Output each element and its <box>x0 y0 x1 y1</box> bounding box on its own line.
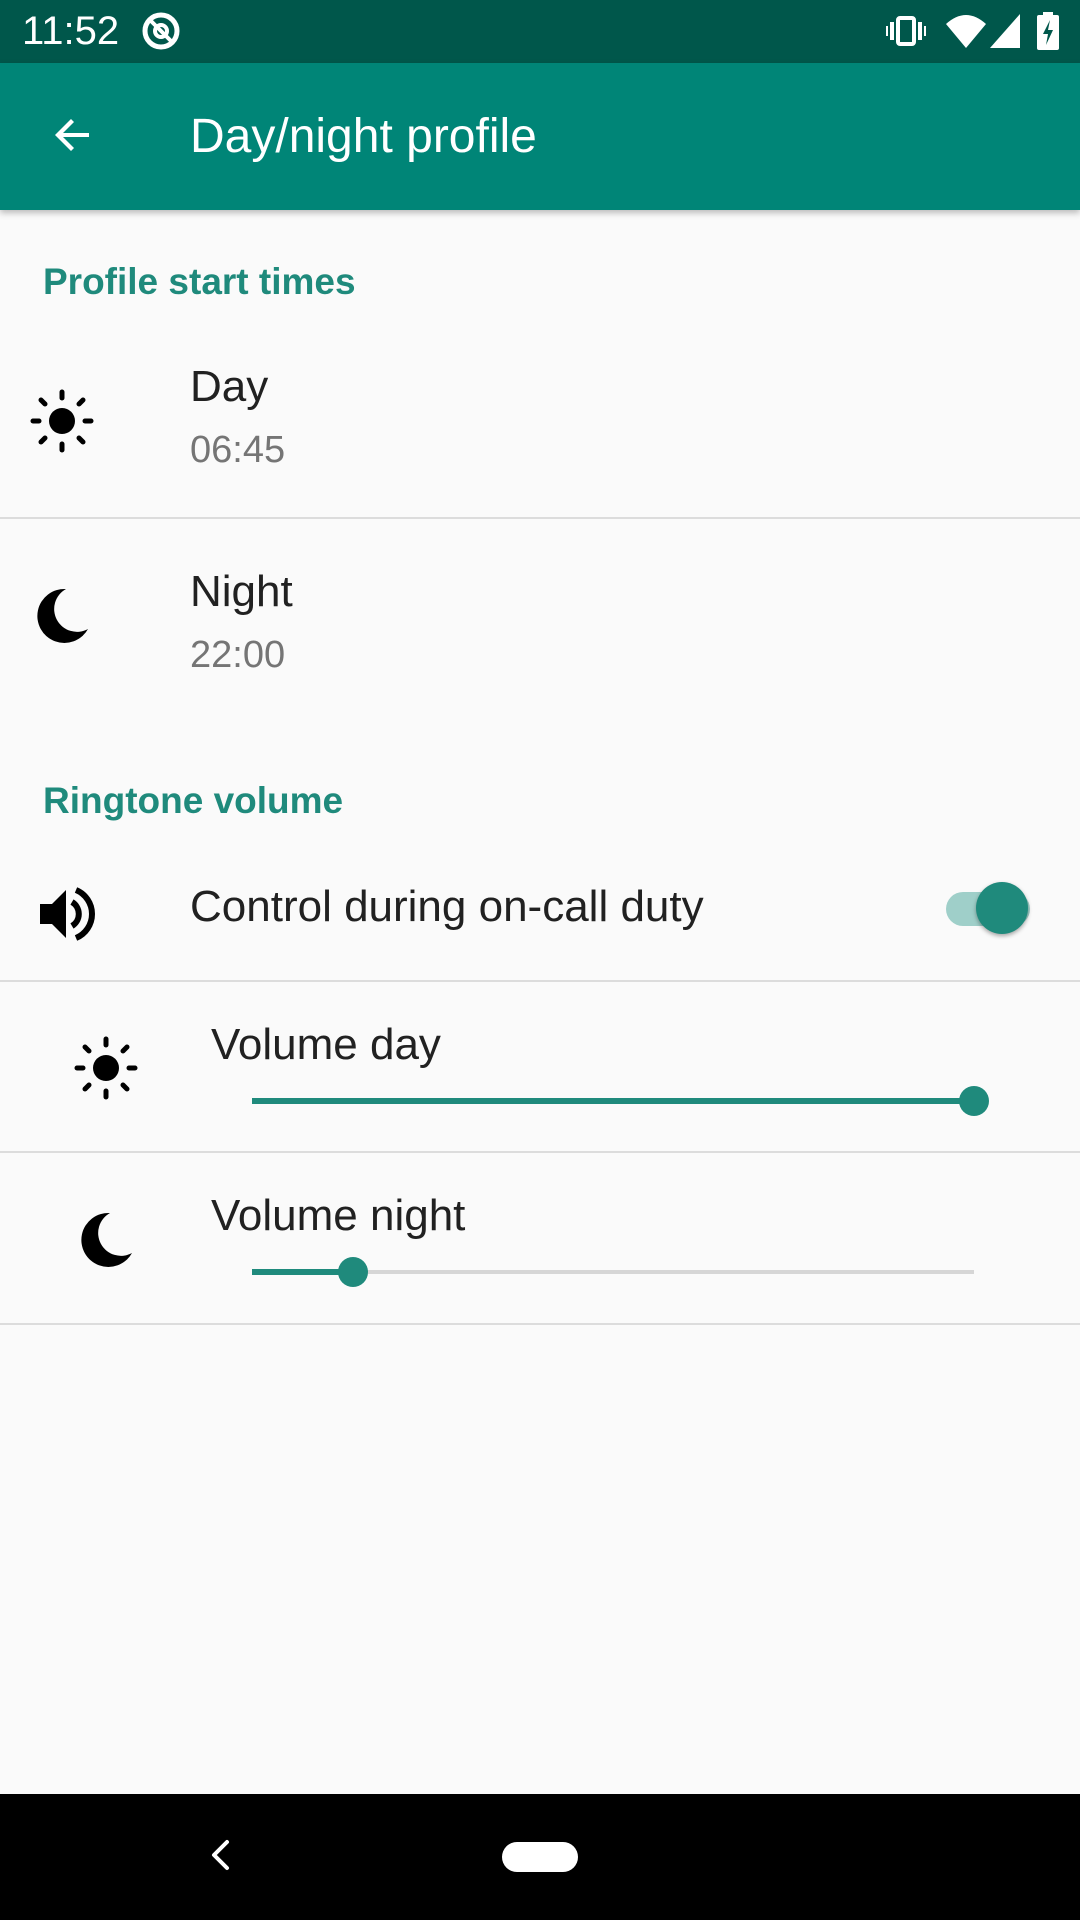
at-sign-icon <box>140 10 182 52</box>
pref-day-time: 06:45 <box>190 429 286 471</box>
app-bar: Day/night profile <box>0 63 1080 210</box>
pref-volume-night-title: Volume night <box>211 1191 466 1240</box>
pref-volume-day: Volume day <box>0 982 1080 1151</box>
status-bar: 11:52 <box>0 0 1080 63</box>
pref-volume-night: Volume night <box>0 1153 1080 1323</box>
arrow-back-icon <box>49 111 97 163</box>
navigation-bar <box>0 1794 1080 1920</box>
wifi-icon <box>944 10 988 52</box>
category-ringtone-volume: Ringtone volume <box>43 780 344 821</box>
page-title: Day/night profile <box>190 110 537 163</box>
slider-thumb[interactable] <box>338 1257 368 1287</box>
pref-night-start[interactable]: Night 22:00 <box>0 519 1080 709</box>
cell-signal-icon <box>988 10 1022 52</box>
moon-icon <box>26 579 98 651</box>
sun-icon <box>70 1032 142 1104</box>
slider-thumb[interactable] <box>959 1086 989 1116</box>
divider <box>0 1323 1080 1325</box>
vibrate-icon <box>886 10 926 52</box>
pref-night-time: 22:00 <box>190 634 286 676</box>
volume-night-slider[interactable] <box>252 1252 974 1292</box>
moon-icon <box>70 1203 142 1275</box>
pref-day-title: Day <box>190 362 269 411</box>
switch-thumb <box>976 882 1028 934</box>
category-profile-start-times: Profile start times <box>43 261 356 302</box>
pref-volume-day-title: Volume day <box>211 1020 441 1069</box>
nav-back-icon <box>207 1838 233 1876</box>
nav-back-button[interactable] <box>195 1828 245 1886</box>
volume-icon <box>30 878 102 950</box>
sun-icon <box>26 385 98 457</box>
volume-day-slider[interactable] <box>252 1081 989 1121</box>
pref-day-start[interactable]: Day 06:45 <box>0 345 1080 517</box>
pref-control-on-call[interactable]: Control during on-call duty <box>0 850 1080 980</box>
nav-home-pill-icon[interactable] <box>502 1842 578 1872</box>
back-button[interactable] <box>28 95 118 179</box>
screen: 11:52 Day/night profile Profile start ti… <box>0 0 1080 1920</box>
control-on-call-switch[interactable] <box>944 880 1034 936</box>
status-time: 11:52 <box>22 9 120 53</box>
pref-night-title: Night <box>190 567 293 616</box>
battery-charging-icon <box>1036 10 1060 52</box>
pref-control-title: Control during on-call duty <box>190 882 704 931</box>
slider-fill <box>252 1098 974 1104</box>
